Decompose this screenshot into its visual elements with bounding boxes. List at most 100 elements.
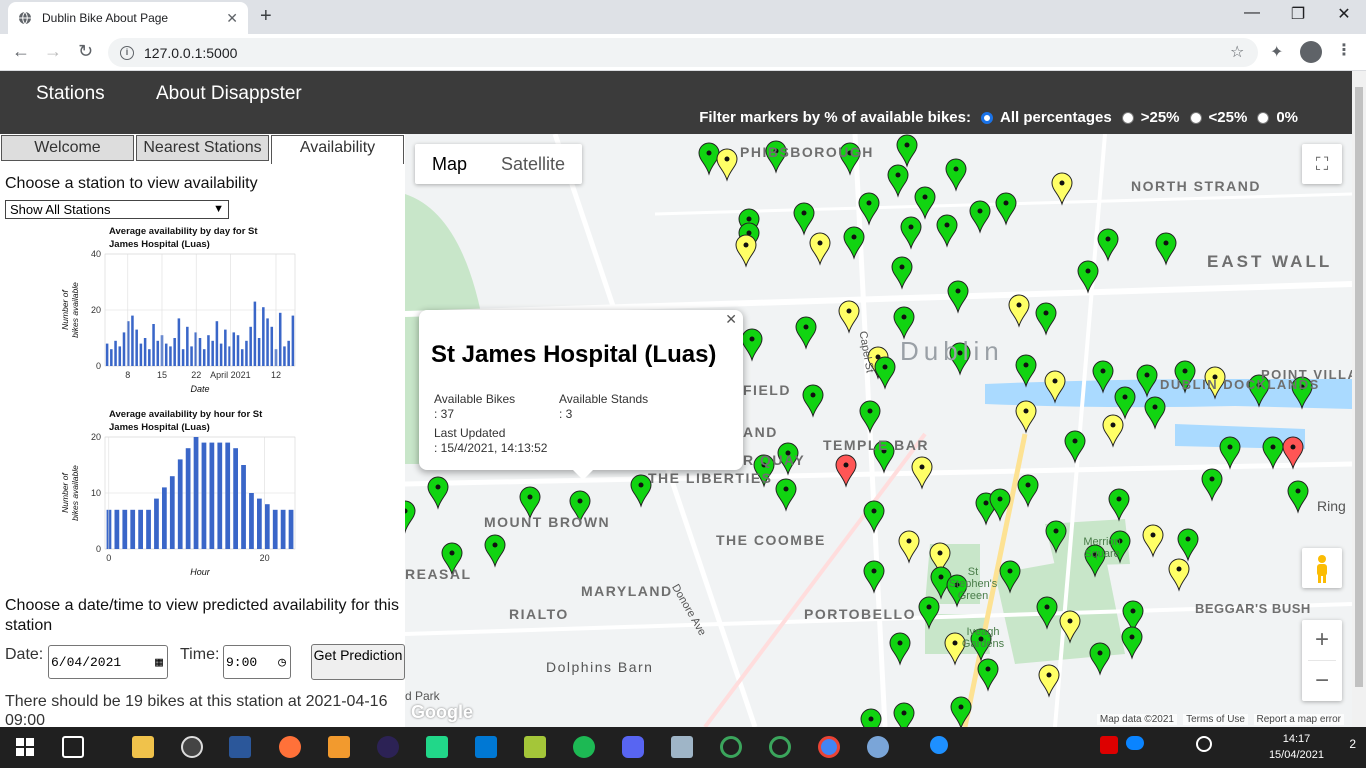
filter-option-below-25: <25% bbox=[1208, 109, 1248, 126]
tray-icon[interactable] bbox=[1100, 736, 1118, 754]
eclipse-icon[interactable] bbox=[377, 736, 399, 758]
map-type-satellite[interactable]: Satellite bbox=[484, 144, 582, 184]
system-clock[interactable]: 14:17 15/04/2021 bbox=[1269, 731, 1324, 763]
nav-about[interactable]: About Disappster bbox=[156, 83, 302, 105]
reload-icon[interactable]: ↻ bbox=[78, 41, 93, 62]
onedrive-icon[interactable] bbox=[1126, 736, 1144, 750]
filter-radio-below-25[interactable] bbox=[1189, 111, 1202, 124]
x-axis-label: Hour bbox=[190, 567, 211, 577]
bar bbox=[219, 343, 223, 366]
volume-icon[interactable] bbox=[1196, 736, 1212, 752]
map-type-map[interactable]: Map bbox=[415, 144, 484, 184]
close-tab-icon[interactable]: ✕ bbox=[226, 10, 238, 27]
file-explorer-icon[interactable] bbox=[132, 736, 154, 758]
y-tick-label: 0 bbox=[96, 544, 101, 554]
date-value: 6/04/2021 bbox=[51, 655, 122, 670]
map-label: MOUNT BROWN bbox=[484, 514, 611, 530]
filter-radio-all[interactable] bbox=[981, 111, 993, 124]
address-bar[interactable]: i 127.0.0.1:5000 bbox=[108, 38, 1258, 67]
tab-nearest-stations[interactable]: Nearest Stations bbox=[136, 135, 269, 161]
report-error-link[interactable]: Report a map error bbox=[1253, 714, 1344, 725]
stands-value: : 3 bbox=[559, 407, 573, 421]
station-map[interactable]: PHIBSBOROUGH NORTH STRAND EAST WALL Dubl… bbox=[405, 134, 1352, 727]
filter-option-zero: 0% bbox=[1276, 109, 1298, 126]
task-view-icon[interactable] bbox=[62, 736, 84, 758]
firefox-icon[interactable] bbox=[279, 736, 301, 758]
vscode-icon[interactable] bbox=[475, 736, 497, 758]
filter-option-above-25: >25% bbox=[1140, 109, 1180, 126]
zoom-in-icon[interactable]: + bbox=[1302, 620, 1342, 660]
y-axis-label: bikes available bbox=[70, 282, 80, 338]
clock-icon[interactable]: ◷ bbox=[278, 655, 286, 670]
zoom-out-icon[interactable]: − bbox=[1302, 661, 1342, 701]
map-label: BEGGAR'S BUSH bbox=[1195, 601, 1311, 616]
tab-welcome[interactable]: Welcome bbox=[1, 135, 134, 161]
clock-time: 14:17 bbox=[1282, 733, 1311, 745]
page-scrollbar[interactable] bbox=[1352, 71, 1366, 727]
profile-avatar[interactable] bbox=[1300, 41, 1322, 63]
tab-availability[interactable]: Availability bbox=[271, 135, 404, 164]
lambda-icon[interactable] bbox=[524, 736, 546, 758]
station-marker[interactable] bbox=[860, 708, 882, 727]
windows-taskbar: 14:17 15/04/2021 2 bbox=[0, 727, 1366, 768]
bar bbox=[280, 509, 286, 549]
date-input[interactable]: 6/04/2021 ▦ bbox=[48, 645, 168, 679]
close-icon[interactable]: ✕ bbox=[725, 311, 737, 328]
date-label: Date: bbox=[5, 646, 44, 663]
menu-icon[interactable]: ⋮ bbox=[1336, 40, 1352, 60]
word-icon[interactable] bbox=[229, 736, 251, 758]
bar bbox=[177, 318, 181, 366]
bar bbox=[249, 326, 252, 366]
terms-link[interactable]: Terms of Use bbox=[1183, 714, 1248, 725]
map-label: PHIBSBOROUGH bbox=[740, 144, 874, 160]
filter-radio-zero[interactable] bbox=[1257, 111, 1270, 124]
map-label: d Park bbox=[405, 689, 440, 703]
filter-radio-above-25[interactable] bbox=[1121, 111, 1134, 124]
nav-stations[interactable]: Stations bbox=[36, 83, 105, 105]
street-view-pegman-icon[interactable] bbox=[1302, 548, 1342, 588]
app-icon[interactable] bbox=[671, 736, 693, 758]
close-window-icon[interactable]: ✕ bbox=[1324, 4, 1364, 24]
bar bbox=[201, 442, 207, 549]
discord-icon[interactable] bbox=[622, 736, 644, 758]
daily-availability-chart: Average availability by day for St James … bbox=[60, 226, 296, 394]
time-value: 9:00 bbox=[226, 655, 258, 670]
help-icon[interactable] bbox=[930, 736, 948, 754]
fullscreen-icon[interactable]: ⛶ bbox=[1302, 144, 1342, 184]
spotify-icon[interactable] bbox=[573, 736, 595, 758]
calendar-icon[interactable]: ▦ bbox=[155, 655, 163, 670]
get-prediction-button[interactable]: Get Prediction bbox=[311, 644, 405, 680]
bar bbox=[224, 329, 227, 366]
extensions-icon[interactable]: ✦ bbox=[1270, 42, 1283, 62]
map-label: RIALTO bbox=[509, 606, 569, 622]
restore-icon[interactable]: ❐ bbox=[1278, 4, 1318, 24]
back-icon[interactable]: ← bbox=[12, 41, 30, 62]
station-select[interactable]: Show All Stations ▼ bbox=[5, 200, 229, 219]
app-icon[interactable] bbox=[769, 736, 791, 758]
stands-label: Available Stands bbox=[559, 392, 649, 406]
pycharm-icon[interactable] bbox=[426, 736, 448, 758]
notifications-badge[interactable]: 2 bbox=[1349, 737, 1356, 751]
app-icon[interactable] bbox=[181, 736, 203, 758]
windows-start-icon[interactable] bbox=[14, 736, 36, 758]
chrome-icon[interactable] bbox=[818, 736, 840, 758]
forward-icon[interactable]: → bbox=[44, 41, 62, 62]
sublime-icon[interactable] bbox=[328, 736, 350, 758]
time-input[interactable]: 9:00 ◷ bbox=[223, 645, 291, 679]
bikes-value: : 37 bbox=[434, 407, 455, 421]
clock-date: 15/04/2021 bbox=[1268, 749, 1324, 761]
y-tick-label: 20 bbox=[91, 432, 101, 442]
paint-icon[interactable] bbox=[867, 736, 889, 758]
map-label: THE LIBERTIES bbox=[648, 470, 773, 486]
bookmark-star-icon[interactable]: ☆ bbox=[1230, 42, 1244, 62]
bar bbox=[215, 321, 219, 366]
new-tab-icon[interactable]: + bbox=[260, 5, 272, 28]
tab-title: Dublin Bike About Page bbox=[42, 11, 169, 25]
app-icon[interactable] bbox=[720, 736, 742, 758]
zoom-control: + − bbox=[1302, 620, 1342, 701]
info-icon[interactable]: i bbox=[120, 45, 134, 60]
minimize-icon[interactable]: — bbox=[1232, 4, 1272, 22]
map-label: FIELD bbox=[743, 382, 791, 398]
browser-tab[interactable]: Dublin Bike About Page ✕ bbox=[8, 2, 248, 34]
bar bbox=[164, 343, 168, 366]
